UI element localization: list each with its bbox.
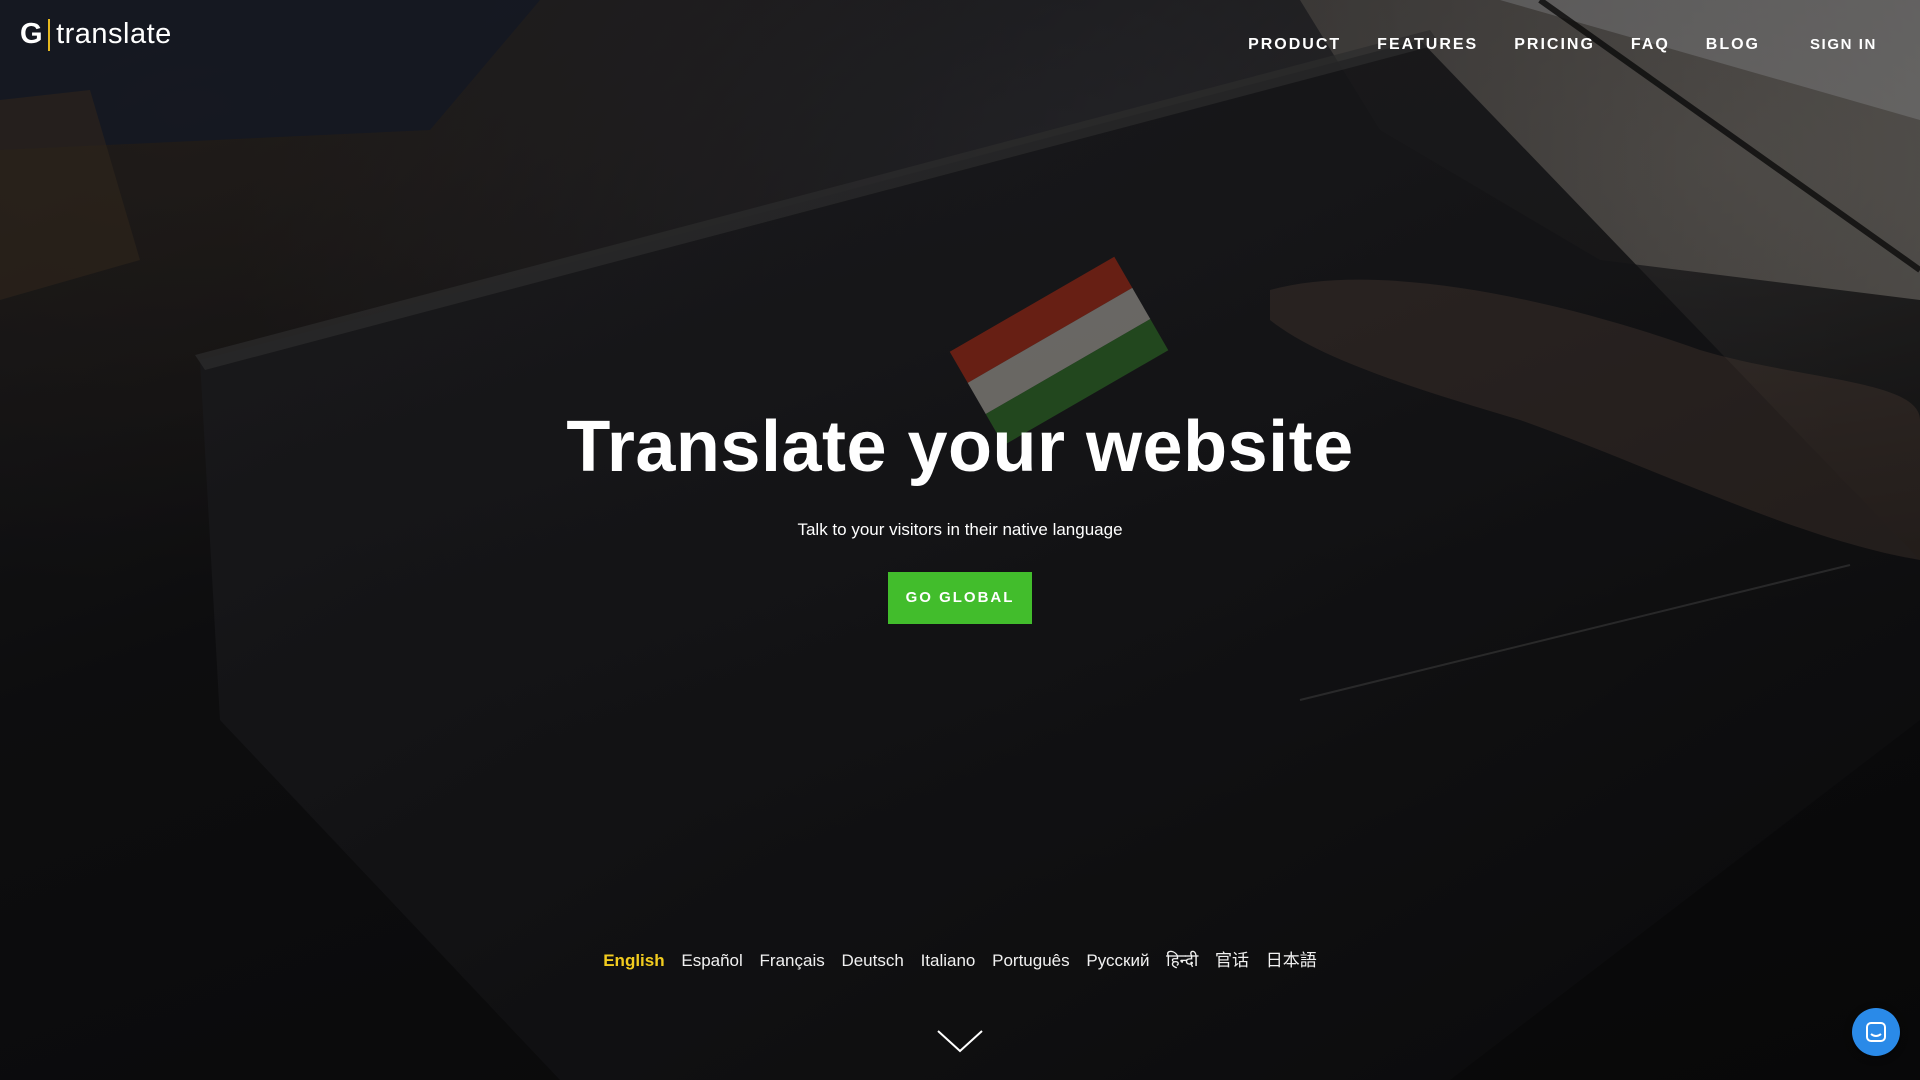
logo-wordmark: translate: [56, 18, 172, 50]
nav-faq[interactable]: FAQ: [1631, 36, 1670, 54]
logo-divider: [48, 18, 51, 51]
nav-pricing[interactable]: PRICING: [1514, 36, 1595, 54]
language-portuguese[interactable]: Português: [992, 951, 1070, 971]
go-global-button[interactable]: GO GLOBAL: [888, 571, 1032, 624]
main-nav: PRODUCT FEATURES PRICING FAQ BLOG: [1248, 36, 1760, 54]
hero-subtitle: Talk to your visitors in their native la…: [797, 519, 1123, 539]
hero-content: Translate your website Talk to your visi…: [0, 407, 1920, 624]
chat-button[interactable]: [1852, 1008, 1900, 1056]
language-russian[interactable]: Русский: [1086, 951, 1149, 971]
logo-letter: G: [20, 18, 44, 50]
nav-features[interactable]: FEATURES: [1377, 36, 1478, 54]
hero-section: G translate PRODUCT FEATURES PRICING FAQ…: [0, 0, 1920, 1080]
chevron-down-icon[interactable]: [936, 1028, 984, 1054]
language-mandarin[interactable]: 官话: [1215, 946, 1249, 971]
language-hindi[interactable]: हिन्दी: [1166, 948, 1198, 971]
language-switcher: English Español Français Deutsch Italian…: [0, 946, 1920, 971]
sign-in-link[interactable]: SIGN IN: [1810, 36, 1877, 53]
language-french[interactable]: Français: [760, 951, 825, 971]
language-german[interactable]: Deutsch: [841, 951, 903, 971]
language-spanish[interactable]: Español: [681, 951, 742, 971]
nav-product[interactable]: PRODUCT: [1248, 36, 1341, 54]
language-japanese[interactable]: 日本語: [1266, 946, 1317, 971]
brand-logo[interactable]: G translate: [20, 18, 172, 51]
language-english[interactable]: English: [603, 951, 664, 971]
chat-icon: [1866, 1022, 1886, 1042]
hero-title: Translate your website: [566, 407, 1354, 487]
nav-blog[interactable]: BLOG: [1706, 36, 1760, 54]
language-italian[interactable]: Italiano: [921, 951, 976, 971]
